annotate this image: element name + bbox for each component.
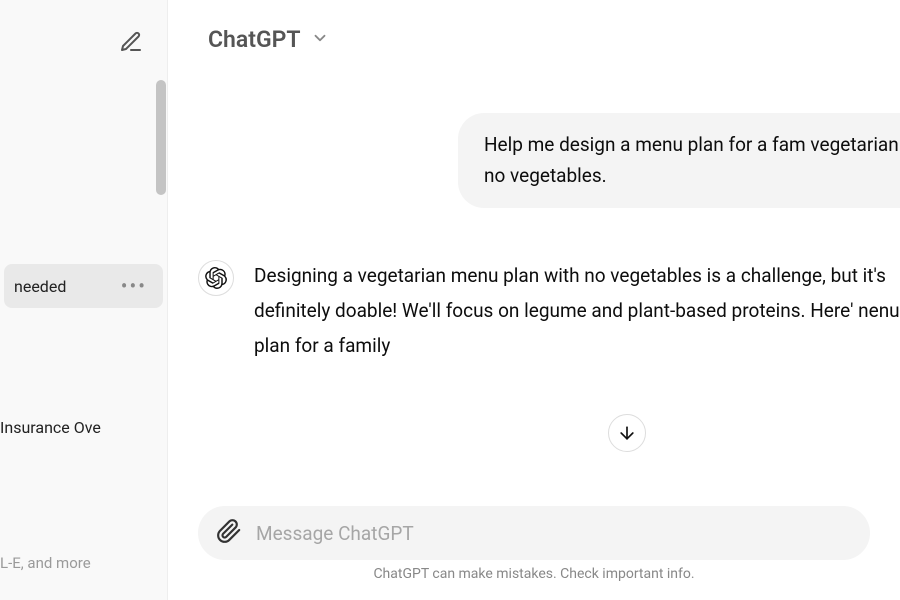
assistant-avatar <box>198 260 234 296</box>
user-message: Help me design a menu plan for a fam veg… <box>458 113 900 208</box>
arrow-down-icon <box>617 423 637 443</box>
main: ChatGPT Help me design a menu plan for a… <box>168 0 900 600</box>
chevron-down-icon[interactable] <box>311 29 329 51</box>
assistant-message: Designing a vegetarian menu plan with no… <box>254 258 900 363</box>
chat-area: Help me design a menu plan for a fam veg… <box>168 63 900 506</box>
disclaimer: ChatGPT can make mistakes. Check importa… <box>198 560 870 592</box>
scrollbar-thumb[interactable] <box>156 80 166 195</box>
sidebar-item-insurance[interactable]: Insurance Ove <box>0 408 167 447</box>
scroll-down-button[interactable] <box>608 414 646 452</box>
openai-icon <box>205 267 227 289</box>
attach-icon[interactable] <box>216 518 242 548</box>
new-chat-icon[interactable] <box>119 30 143 54</box>
composer-wrap: ChatGPT can make mistakes. Check importa… <box>168 506 900 600</box>
sidebar: needed ••• Insurance Ove L-E, and more <box>0 0 168 600</box>
item-menu-icon[interactable]: ••• <box>121 274 153 298</box>
sidebar-item-needed[interactable]: needed ••• <box>4 264 163 308</box>
sidebar-scrollbar[interactable] <box>156 80 166 470</box>
page-title: ChatGPT <box>208 26 301 53</box>
sidebar-top <box>0 0 167 64</box>
sidebar-item-label: needed <box>14 277 66 296</box>
assistant-row: Designing a vegetarian menu plan with no… <box>168 208 900 363</box>
sidebar-items: needed ••• Insurance Ove <box>0 264 167 544</box>
composer-input[interactable] <box>256 522 852 545</box>
sidebar-item-label: Insurance Ove <box>0 418 101 437</box>
header[interactable]: ChatGPT <box>168 0 900 63</box>
composer[interactable] <box>198 506 870 560</box>
sidebar-footer: L-E, and more <box>0 544 167 600</box>
